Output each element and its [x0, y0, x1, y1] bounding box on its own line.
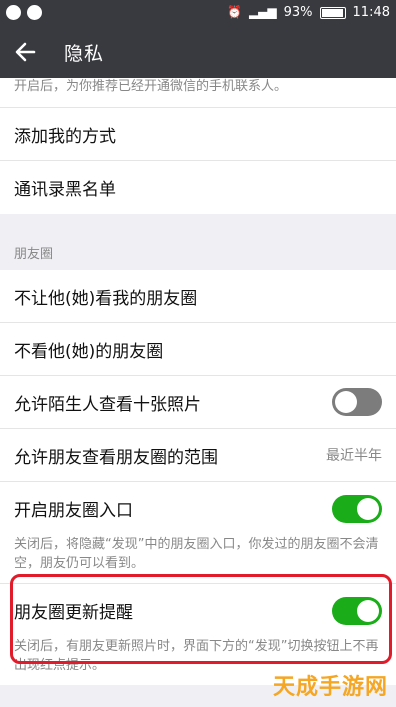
item-label: 不让他(她)看我的朋友圈 [14, 288, 198, 309]
item-label: 不看他(她)的朋友圈 [14, 341, 164, 362]
alarm-icon: ⏰ [226, 5, 242, 19]
page-title: 隐私 [64, 43, 105, 65]
watermark: 天成手游网 [272, 675, 388, 700]
item-label: 添加我的方式 [14, 126, 116, 147]
visible-range-value: 最近半年 [326, 448, 382, 464]
item-label: 开启朋友圈入口 [14, 501, 133, 521]
clock: 11:48 [352, 5, 390, 20]
status-bar: ⏰ ▂▄▆ 93% 11:48 [0, 0, 396, 26]
notification-icon [6, 5, 21, 20]
add-me-methods-item[interactable]: 添加我的方式 [0, 108, 396, 161]
moments-entry-item: 开启朋友圈入口 [0, 482, 396, 535]
item-label: 通讯录黑名单 [14, 180, 116, 200]
battery-icon [319, 6, 346, 19]
toggle-knob [335, 391, 357, 413]
app-bar: 隐私 [0, 26, 396, 78]
moments-entry-block: 开启朋友圈入口 关闭后，将隐藏“发现”中的朋友圈入口，你发过的朋友圈不会清空，朋… [0, 482, 396, 584]
toggle-knob [357, 497, 379, 520]
battery-percent: 93% [283, 5, 313, 20]
section-header-moments: 朋友圈 [0, 214, 396, 270]
stranger-photos-item: 允许陌生人查看十张照片 [0, 376, 396, 429]
contacts-blacklist-item[interactable]: 通讯录黑名单 [0, 161, 396, 214]
signal-icon: ▂▄▆ [248, 5, 277, 19]
moments-entry-toggle[interactable] [332, 494, 382, 523]
stranger-photos-toggle[interactable] [332, 388, 382, 416]
visible-range-item[interactable]: 允许朋友查看朋友圈的范围 最近半年 [0, 429, 396, 482]
hide-my-moments-item[interactable]: 不让他(她)看我的朋友圈 [0, 270, 396, 323]
item-label: 允许陌生人查看十张照片 [14, 394, 201, 415]
recommend-contacts-desc: 开启后，为你推荐已经开通微信的手机联系人。 [0, 78, 396, 108]
highlight-box [10, 574, 392, 664]
back-arrow-icon[interactable] [12, 38, 40, 66]
hide-their-moments-item[interactable]: 不看他(她)的朋友圈 [0, 323, 396, 376]
item-label: 允许朋友查看朋友圈的范围 [14, 447, 218, 468]
message-icon [27, 5, 42, 20]
